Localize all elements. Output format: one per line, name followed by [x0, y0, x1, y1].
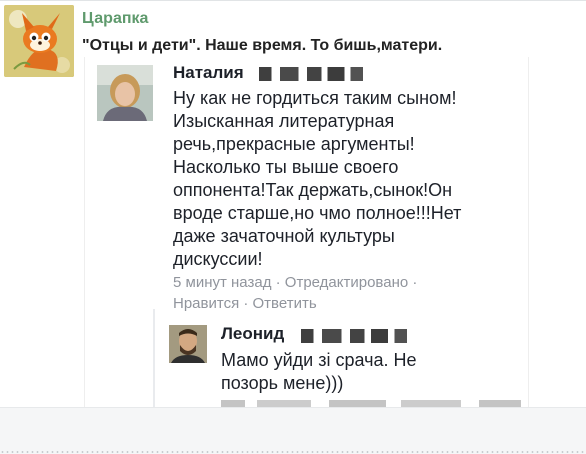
censored-surname [301, 329, 407, 343]
replier-name: Леонид [221, 324, 285, 343]
reply-line: позорь мене))) [221, 373, 344, 393]
dotted-border [0, 450, 586, 454]
reply-line: Мамо уйди зі срача. Не [221, 350, 417, 370]
comment-line: Ну как не гордиться таким сыном! [173, 88, 457, 108]
comment-line: вроде старше,но чмо полное!!!Нет [173, 203, 462, 223]
comment-meta-actions: Нравится · Ответить [173, 295, 317, 312]
commenter-name: Наталия [173, 63, 244, 82]
comment-text: Ну как не гордиться таким сыном! Изыскан… [173, 87, 518, 271]
commenter-avatar [97, 65, 153, 121]
replier-avatar [169, 325, 207, 363]
censored-surname [259, 67, 363, 81]
comment-line: даже зачаточной культуры [173, 226, 395, 246]
comment-line: речь,прекрасные аргументы! [173, 134, 415, 154]
post-author-name[interactable]: Царапка [82, 10, 148, 28]
fox-avatar-icon [4, 5, 74, 77]
reply-thread-line [153, 309, 155, 407]
post-footer [0, 407, 586, 454]
comment-line: Насколько ты выше своего [173, 157, 399, 177]
author-avatar[interactable] [4, 5, 74, 77]
reply-text: Мамо уйди зі срача. Не позорь мене))) [221, 349, 417, 395]
post-title: "Отцы и дети". Наше время. То бишь,матер… [82, 37, 443, 54]
comment-line: дискуссии! [173, 249, 263, 269]
comment-meta-time: 5 минут назад · Отредактировано · [173, 274, 418, 291]
forum-post: Царапка "Отцы и дети". Наше время. То би… [0, 0, 586, 454]
woman-photo-icon [97, 65, 153, 121]
comment-line: Изысканная литературная [173, 111, 395, 131]
comment-line: оппонента!Так держать,сынок!Он [173, 180, 453, 200]
cropped-text-line [221, 400, 521, 407]
man-photo-icon [169, 325, 207, 363]
embedded-screenshot: Наталия Ну как не гордиться таким сыном!… [84, 57, 529, 407]
